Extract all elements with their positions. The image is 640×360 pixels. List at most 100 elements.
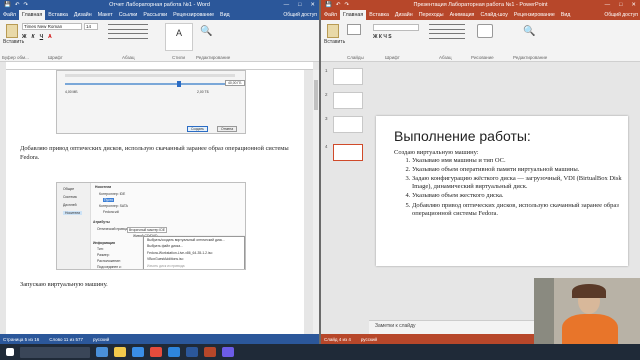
undo-icon[interactable]: ↶ <box>336 2 341 8</box>
slide-thumbnail-1[interactable] <box>333 68 363 85</box>
page-count[interactable]: Страница 5 из 16 <box>3 337 39 342</box>
font-group-label: Шрифт <box>385 55 400 60</box>
align-icon <box>429 33 465 39</box>
styles-gallery[interactable]: A <box>165 23 193 51</box>
close-icon[interactable]: ✕ <box>631 2 636 8</box>
list-item: Указываю объем оперативной памяти виртуа… <box>412 166 624 174</box>
info-row: Тип: <box>97 247 104 251</box>
paragraph-controls[interactable] <box>108 24 148 39</box>
tab-animations[interactable]: Анимация <box>447 10 478 20</box>
styles-icon: A <box>175 28 182 38</box>
tab-home[interactable]: Главная <box>19 10 46 20</box>
tab-slideshow[interactable]: Слайд-шоу <box>477 10 510 20</box>
tab-file[interactable]: Файл <box>321 10 340 20</box>
info-row: Расположение: <box>97 259 121 263</box>
tab-view[interactable]: Вид <box>217 10 233 20</box>
drawing-button[interactable] <box>477 24 493 38</box>
slide-body[interactable]: Создаю виртуальную машину: Указываю имя … <box>394 149 624 219</box>
paragraph-controls[interactable] <box>429 24 465 39</box>
tab-insert[interactable]: Вставка <box>366 10 392 20</box>
minimize-icon[interactable]: — <box>605 2 611 8</box>
redo-icon[interactable]: ↷ <box>344 2 349 8</box>
tab-review[interactable]: Рецензирование <box>170 10 217 20</box>
window-title: Отчет Лабораторная работа №1 - Word <box>109 2 210 8</box>
font-size-field[interactable]: 14 <box>84 23 98 30</box>
editing-button[interactable]: 🔍 <box>523 26 535 37</box>
zoom-icon[interactable] <box>168 347 180 357</box>
editing-button[interactable]: 🔍 <box>200 26 212 37</box>
close-icon[interactable]: ✕ <box>310 2 315 8</box>
powerpoint-icon[interactable] <box>204 347 216 357</box>
tab-mailings[interactable]: Рассылки <box>140 10 170 20</box>
font-color-icon[interactable]: A <box>48 34 52 40</box>
list-item: Указываю имя машины и тип ОС. <box>412 157 624 165</box>
new-slide-icon <box>347 24 361 35</box>
slide-editor: Выполнение работы: Создаю виртуальную ма… <box>369 62 640 310</box>
drawing-group-label: Рисование <box>471 55 494 60</box>
storage-item: Fedora.vdi <box>103 210 120 214</box>
task-view-icon[interactable] <box>96 347 108 357</box>
slide-title[interactable]: Выполнение работы: <box>394 128 531 144</box>
taskbar-search[interactable] <box>20 346 90 358</box>
info-row: Подсоединен к: <box>97 265 122 269</box>
tab-file[interactable]: Файл <box>0 10 19 20</box>
yandex-icon[interactable] <box>150 347 162 357</box>
language-indicator[interactable]: русский <box>93 337 109 342</box>
tab-view[interactable]: Вид <box>558 10 574 20</box>
font-name-field[interactable]: Times New Roman <box>22 23 82 30</box>
italic-icon[interactable]: К <box>32 34 35 40</box>
tab-insert[interactable]: Вставка <box>45 10 71 20</box>
maximize-icon[interactable]: □ <box>298 2 301 8</box>
word-titlebar: 💾 ↶ ↷ Отчет Лабораторная работа №1 - Wor… <box>0 0 319 10</box>
language-indicator[interactable]: русский <box>361 337 377 342</box>
slide-thumbnail-4[interactable] <box>333 144 363 161</box>
tab-design[interactable]: Дизайн <box>392 10 416 20</box>
person-hair <box>572 284 606 298</box>
tab-review[interactable]: Рецензирование <box>511 10 558 20</box>
new-slide-button[interactable] <box>347 24 361 35</box>
slide-counter[interactable]: Слайд 4 из 4 <box>324 337 351 342</box>
size-slider <box>65 83 225 85</box>
undo-icon[interactable]: ↶ <box>15 2 20 8</box>
share-button[interactable]: Общий доступ <box>283 10 317 20</box>
optical-drive-select: Вторичный мастер IDE <box>127 227 168 233</box>
tab-references[interactable]: Ссылки <box>116 10 141 20</box>
minimize-icon[interactable]: — <box>284 2 290 8</box>
tab-transitions[interactable]: Переходы <box>416 10 447 20</box>
word-count[interactable]: Слово 11 из 577 <box>49 337 83 342</box>
save-icon[interactable]: 💾 <box>4 2 11 8</box>
word-icon[interactable] <box>186 347 198 357</box>
quick-access-toolbar: 💾 ↶ ↷ <box>321 2 349 8</box>
share-button[interactable]: Общий доступ <box>604 10 638 20</box>
bold-icon[interactable]: Ж <box>22 34 27 40</box>
underline-icon[interactable]: Ч <box>40 34 44 40</box>
list-icon <box>108 24 148 30</box>
align-icon <box>108 33 148 39</box>
context-menu: Выбрать/создать виртуальный оптический д… <box>143 236 245 269</box>
explorer-icon[interactable] <box>114 347 126 357</box>
cancel-button: Отмена <box>217 126 238 132</box>
vbox-item: Система <box>63 195 77 199</box>
scroll-thumb[interactable] <box>314 80 318 110</box>
font-controls[interactable]: Ж К Ч S <box>373 24 419 40</box>
slide-thumbnail-2[interactable] <box>333 92 363 109</box>
edge-icon[interactable] <box>132 347 144 357</box>
ribbon-tabs: Файл Главная Вставка Дизайн Макет Ссылки… <box>0 10 319 20</box>
maximize-icon[interactable]: □ <box>619 2 622 8</box>
webcam-overlay <box>534 278 640 344</box>
paste-button[interactable]: Вставить <box>324 22 345 45</box>
taskbar <box>0 344 640 360</box>
app-icon[interactable] <box>222 347 234 357</box>
tab-home[interactable]: Главная <box>340 10 367 20</box>
vbox-item-selected: Носители <box>63 211 83 215</box>
save-icon[interactable]: 💾 <box>325 2 332 8</box>
max-size-label: 2,00 ТБ <box>197 90 209 94</box>
tab-design[interactable]: Дизайн <box>71 10 95 20</box>
current-slide[interactable]: Выполнение работы: Создаю виртуальную ма… <box>376 116 628 266</box>
tab-layout[interactable]: Макет <box>95 10 116 20</box>
start-icon[interactable] <box>6 348 14 356</box>
paste-button[interactable]: Вставить <box>3 22 24 45</box>
slide-thumbnail-3[interactable] <box>333 116 363 133</box>
redo-icon[interactable]: ↷ <box>23 2 28 8</box>
paragraph-group-label: Абзац <box>122 55 135 60</box>
